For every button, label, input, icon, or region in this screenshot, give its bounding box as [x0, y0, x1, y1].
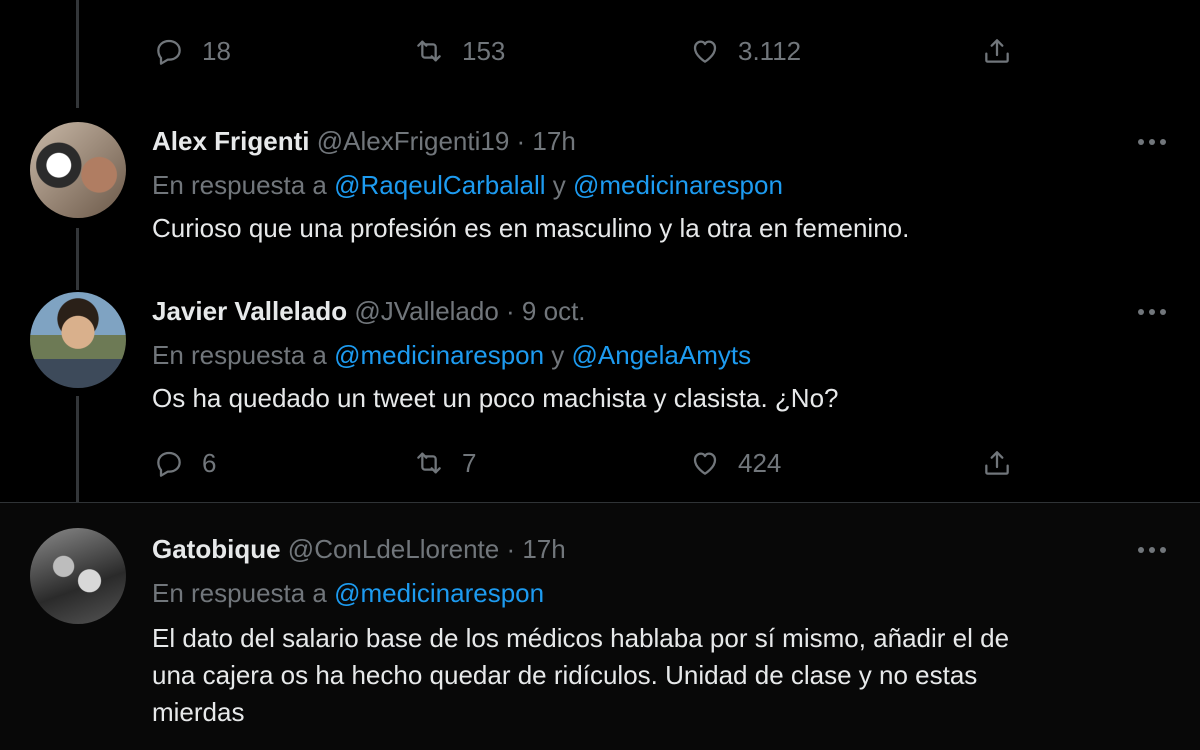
tweet-text: Curioso que una profesión es en masculin… — [152, 213, 910, 243]
separator: · — [499, 534, 523, 564]
display-name[interactable]: Gatobique — [152, 534, 281, 564]
share-button[interactable] — [980, 34, 1014, 68]
like-count: 3.112 — [738, 35, 802, 66]
tweet-alex-frigenti[interactable]: Alex Frigenti @AlexFrigenti19 · 17h En r… — [0, 118, 1200, 258]
timestamp[interactable]: 17h — [532, 126, 575, 156]
more-icon — [1138, 139, 1144, 145]
like-count: 424 — [738, 447, 782, 478]
tweet-text-line: una cajera os ha hecho quedar de ridícul… — [152, 660, 978, 690]
tweet-javier-vallelado[interactable]: Javier Vallelado @JVallelado · 9 oct. En… — [0, 288, 1200, 502]
tweet-text: El dato del salario base de los médicos … — [152, 620, 1172, 731]
separator: · — [498, 296, 522, 326]
handle[interactable]: @JVallelado — [354, 296, 498, 326]
retweet-button[interactable]: 7 — [412, 446, 476, 480]
share-button[interactable] — [980, 446, 1014, 480]
more-icon — [1138, 547, 1144, 553]
reply-button[interactable]: 18 — [152, 34, 231, 68]
more-button[interactable] — [1132, 540, 1172, 560]
action-bar-top: 18 153 3.112 — [0, 34, 1200, 74]
timestamp[interactable]: 9 oct. — [522, 296, 586, 326]
like-button[interactable]: 424 — [688, 446, 781, 480]
share-icon — [980, 446, 1014, 480]
display-name[interactable]: Javier Vallelado — [152, 296, 347, 326]
mention-link[interactable]: @medicinarespon — [334, 340, 544, 370]
more-button[interactable] — [1132, 302, 1172, 322]
avatar[interactable] — [30, 292, 126, 388]
more-icon — [1138, 309, 1144, 315]
tweet-header: Gatobique @ConLdeLlorente · 17h — [152, 534, 566, 565]
more-button[interactable] — [1132, 132, 1172, 152]
reply-icon — [152, 34, 186, 68]
tweet-header: Javier Vallelado @JVallelado · 9 oct. — [152, 296, 586, 327]
reply-icon — [152, 446, 186, 480]
display-name[interactable]: Alex Frigenti — [152, 126, 309, 156]
reply-button[interactable]: 6 — [152, 446, 216, 480]
avatar[interactable] — [30, 122, 126, 218]
avatar[interactable] — [30, 528, 126, 624]
retweet-count: 153 — [462, 35, 506, 66]
tweet-text: Os ha quedado un tweet un poco machista … — [152, 383, 839, 413]
mention-link[interactable]: @medicinarespon — [573, 170, 783, 200]
tweet-text-line: El dato del salario base de los médicos … — [152, 623, 1010, 653]
timestamp[interactable]: 17h — [522, 534, 565, 564]
like-button[interactable]: 3.112 — [688, 34, 801, 68]
like-icon — [688, 34, 722, 68]
reply-context: En respuesta a @medicinarespon — [152, 578, 545, 608]
tweet-text-line: mierdas — [152, 697, 245, 727]
share-icon — [980, 34, 1014, 68]
retweet-icon — [412, 34, 446, 68]
mention-link[interactable]: @medicinarespon — [334, 578, 544, 608]
reply-count: 18 — [202, 35, 231, 66]
retweet-button[interactable]: 153 — [412, 34, 505, 68]
like-icon — [688, 446, 722, 480]
timeline: 18 153 3.112 Alex Frigenti @AlexFrigenti… — [0, 0, 1200, 750]
mention-link[interactable]: @RaqeulCarbalall — [334, 170, 545, 200]
tweet-gatobique[interactable]: Gatobique @ConLdeLlorente · 17h En respu… — [0, 528, 1200, 750]
action-bar: 6 7 424 — [0, 446, 1200, 486]
mention-link[interactable]: @AngelaAmyts — [572, 340, 752, 370]
retweet-icon — [412, 446, 446, 480]
reply-context: En respuesta a @RaqeulCarbalall y @medic… — [152, 170, 783, 200]
reply-count: 6 — [202, 447, 217, 478]
separator: · — [509, 126, 533, 156]
handle[interactable]: @ConLdeLlorente — [288, 534, 499, 564]
handle[interactable]: @AlexFrigenti19 — [317, 126, 510, 156]
tweet-header: Alex Frigenti @AlexFrigenti19 · 17h — [152, 126, 576, 157]
retweet-count: 7 — [462, 447, 477, 478]
reply-context: En respuesta a @medicinarespon y @Angela… — [152, 340, 752, 370]
